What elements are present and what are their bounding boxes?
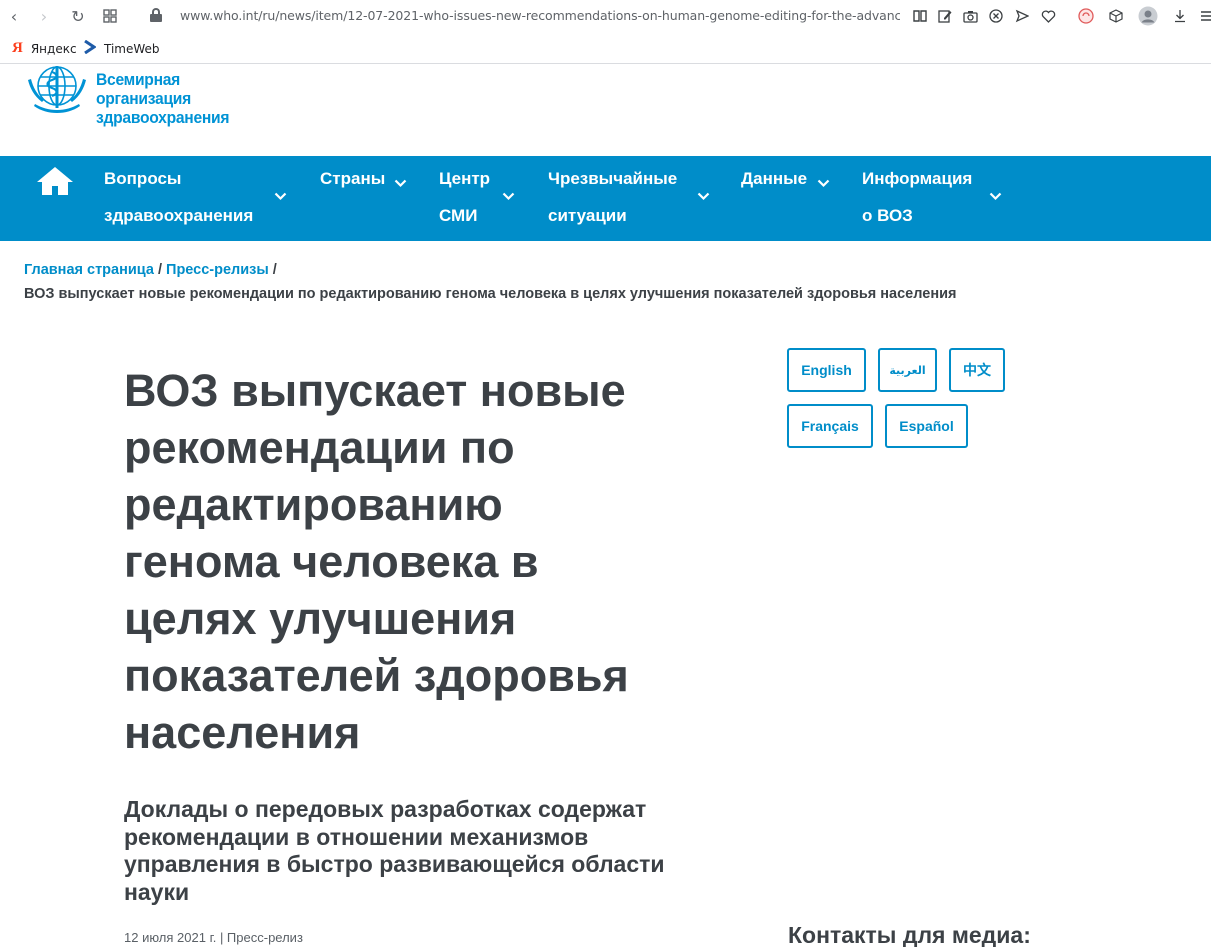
forward-icon[interactable]: › <box>34 6 54 26</box>
home-icon[interactable] <box>36 166 74 201</box>
nav-label: Чрезвычайные <box>548 169 678 188</box>
breadcrumb-separator: / <box>272 262 277 278</box>
block-icon[interactable] <box>986 6 1006 26</box>
chevron-down-icon[interactable] <box>502 188 515 204</box>
who-name: Всемирная организация здравоохранения <box>96 70 269 127</box>
nav-countries[interactable]: Страны <box>320 160 385 197</box>
bookmark-timeweb[interactable]: TimeWeb <box>84 39 160 57</box>
nav-health-topics[interactable]: Вопросы здравоохранения <box>104 160 253 234</box>
nav-label: Страны <box>320 169 386 188</box>
reload-icon[interactable]: ↻ <box>68 6 88 26</box>
nav-label: Информация <box>862 169 973 188</box>
title-line: редактированию <box>124 479 503 530</box>
cube-icon[interactable] <box>1106 6 1126 26</box>
browser-toolbar: ‹ › ↻ www.who.int/ru/news/item/12-07-202… <box>0 0 1211 32</box>
subtitle-line: управления в быстро развивающейся област… <box>124 851 665 877</box>
subtitle-line: рекомендации в отношении механизмов <box>124 823 589 850</box>
bookmark-label: Яндекс <box>30 41 77 56</box>
title-line: целях улучшения <box>124 593 517 644</box>
article-subtitle: Доклады о передовых разработках содержат… <box>124 796 744 906</box>
breadcrumb-press[interactable]: Пресс-релизы <box>166 262 269 278</box>
address-bar[interactable]: www.who.int/ru/news/item/12-07-2021-who-… <box>180 8 900 23</box>
lang-spanish-button[interactable]: Español <box>885 404 968 448</box>
timeweb-icon <box>84 39 97 57</box>
nav-label: Данные <box>741 169 808 188</box>
menu-icon[interactable] <box>1196 6 1211 26</box>
nav-newsroom[interactable]: Центр СМИ <box>439 160 490 234</box>
logo-line-2: здравоохранения <box>96 108 230 127</box>
apps-grid-icon[interactable] <box>100 6 120 26</box>
nav-label: Центр <box>439 169 491 188</box>
bookmark-yandex[interactable]: Я Яндекс <box>12 40 77 57</box>
lang-chinese-button[interactable]: 中文 <box>949 348 1005 392</box>
send-icon[interactable] <box>1012 6 1032 26</box>
breadcrumb-home[interactable]: Главная страница <box>24 262 154 278</box>
chevron-down-icon[interactable] <box>817 175 830 191</box>
lang-arabic-button[interactable]: العربية <box>878 348 937 392</box>
chevron-down-icon[interactable] <box>989 188 1002 204</box>
title-line: населения <box>124 707 361 758</box>
lang-english-button[interactable]: English <box>787 348 866 392</box>
title-line: показателей здоровья <box>124 650 629 701</box>
bookmarks-bar: Я Яндекс TimeWeb <box>0 32 1211 64</box>
nav-label: здравоохранения <box>104 206 254 225</box>
nav-label: о ВОЗ <box>862 206 913 225</box>
nav-emergencies[interactable]: Чрезвычайные ситуации <box>548 160 677 234</box>
chevron-down-icon[interactable] <box>394 175 407 191</box>
title-line: ВОЗ выпускает новые <box>124 365 626 416</box>
nav-label: СМИ <box>439 206 478 225</box>
bookmark-label: TimeWeb <box>104 41 160 56</box>
yandex-icon: Я <box>12 40 23 56</box>
main-nav: Вопросы здравоохранения Страны Центр СМИ… <box>0 156 1211 241</box>
heart-icon[interactable] <box>1038 6 1058 26</box>
chevron-down-icon[interactable] <box>274 188 287 204</box>
edit-icon[interactable] <box>935 6 955 26</box>
breadcrumb: Главная страница / Пресс-релизы / ВОЗ вы… <box>24 258 956 306</box>
who-logo[interactable]: Всемирная организация здравоохранения <box>24 66 284 127</box>
nav-about-who[interactable]: Информация о ВОЗ <box>862 160 972 234</box>
nav-label: Вопросы <box>104 169 182 188</box>
breadcrumb-current: ВОЗ выпускает новые рекомендации по реда… <box>24 286 957 302</box>
subtitle-line: науки <box>124 878 190 905</box>
camera-icon[interactable] <box>960 6 980 26</box>
download-icon[interactable] <box>1170 6 1190 26</box>
article-meta: 12 июля 2021 г. | Пресс-релиз <box>124 930 303 945</box>
title-line: рекомендации по <box>124 422 515 473</box>
lang-french-button[interactable]: Français <box>787 404 873 448</box>
chevron-down-icon[interactable] <box>697 188 710 204</box>
nav-label: ситуации <box>548 206 627 225</box>
media-contacts-heading: Контакты для медиа: <box>788 922 1031 947</box>
lock-icon[interactable] <box>150 8 162 22</box>
extension-red-icon[interactable] <box>1076 6 1096 26</box>
subtitle-line: Доклады о передовых разработках содержат <box>124 796 647 822</box>
page-title: ВОЗ выпускает новые рекомендации по реда… <box>124 362 734 761</box>
back-icon[interactable]: ‹ <box>4 6 24 26</box>
logo-line-1: Всемирная организация <box>96 70 191 108</box>
title-line: генома человека в <box>124 536 539 587</box>
breadcrumb-separator: / <box>157 262 162 278</box>
avatar-icon[interactable] <box>1138 6 1158 26</box>
reader-mode-icon[interactable] <box>910 6 930 26</box>
who-emblem-icon <box>28 66 86 113</box>
nav-data[interactable]: Данные <box>741 160 807 197</box>
